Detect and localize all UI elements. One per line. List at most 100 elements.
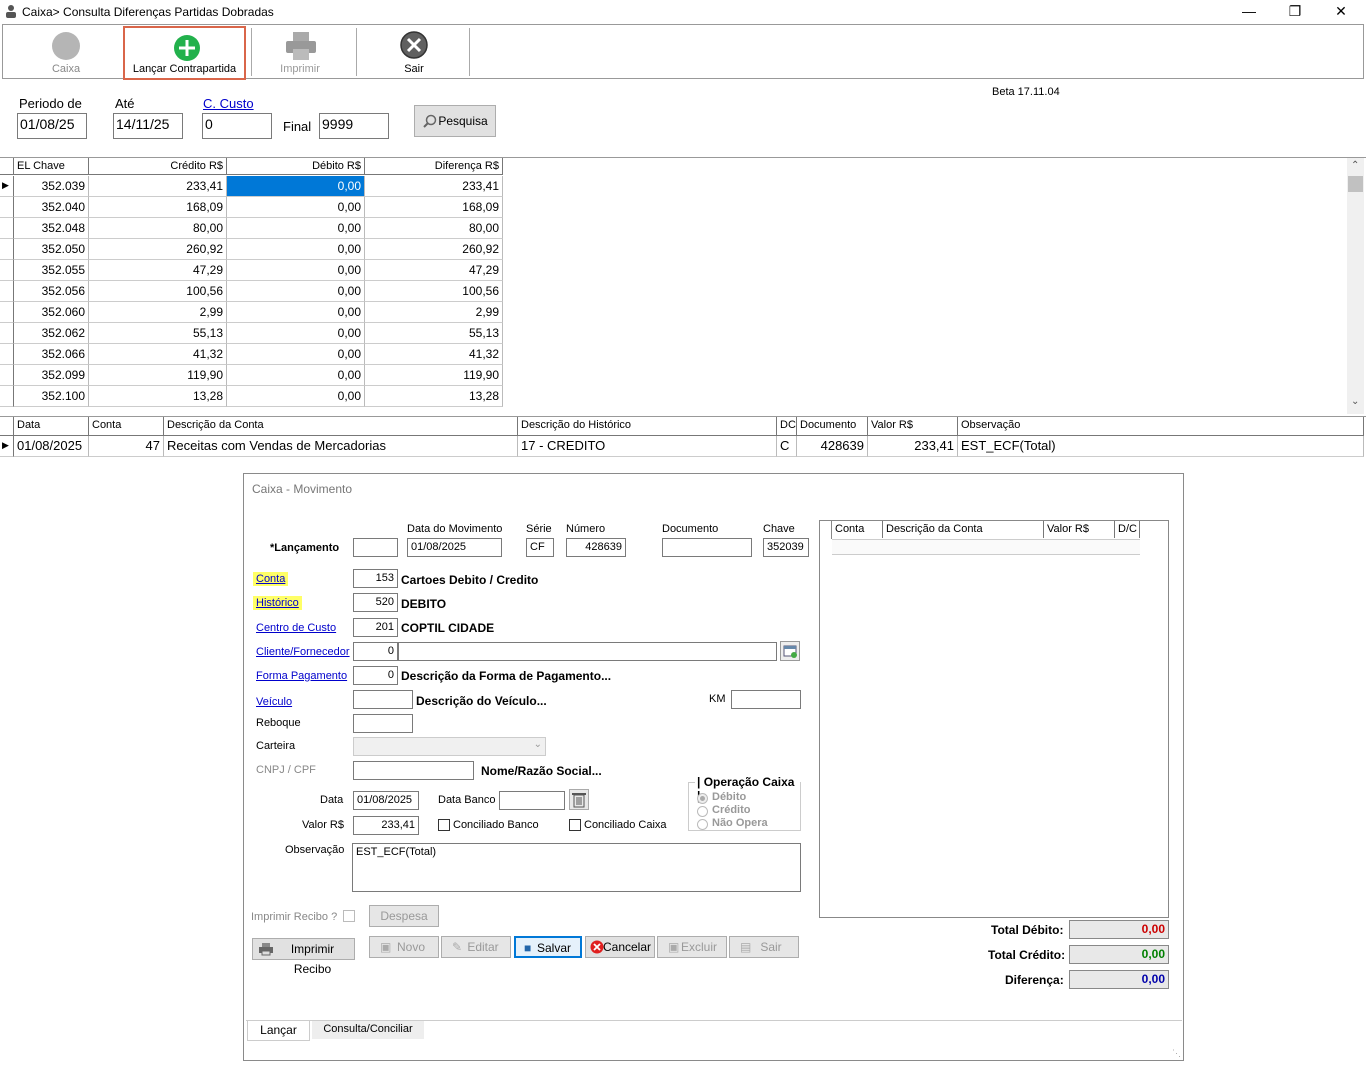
grid2-cell-descricao-conta[interactable]: Receitas com Vendas de Mercadorias [164, 436, 518, 457]
centro-custo-link[interactable]: Centro de Custo [256, 622, 336, 634]
grid1-cell-credito[interactable]: 168,09 [89, 197, 227, 218]
lancar-contrapartida-button[interactable]: Lançar Contrapartida [123, 26, 246, 80]
grid2-header-descricao-historico[interactable]: Descrição do Histórico [518, 417, 777, 436]
numero-input[interactable]: 428639 [566, 538, 626, 557]
row-indicator[interactable]: ▶ [0, 176, 14, 197]
reboque-input[interactable] [353, 714, 413, 733]
documento-input[interactable] [662, 538, 752, 557]
grid1-cell-chave[interactable]: 352.056 [14, 281, 89, 302]
row-indicator[interactable] [0, 386, 14, 407]
grid1-cell-chave[interactable]: 352.048 [14, 218, 89, 239]
pesquisa-button[interactable]: Pesquisa [414, 105, 496, 137]
carteira-select[interactable]: ⌄ [353, 737, 546, 756]
grid1-cell-debito[interactable]: 0,00 [227, 239, 365, 260]
grid1-cell-chave[interactable]: 352.039 [14, 176, 89, 197]
row-indicator[interactable] [0, 218, 14, 239]
periodo-input[interactable]: 01/08/25 [17, 113, 87, 139]
grid1-cell-chave[interactable]: 352.055 [14, 260, 89, 281]
grid1-cell-debito[interactable]: 0,00 [227, 281, 365, 302]
row-indicator[interactable] [0, 197, 14, 218]
grid1-cell-diferenca[interactable]: 41,32 [365, 344, 503, 365]
grid1-cell-diferenca[interactable]: 119,90 [365, 365, 503, 386]
grid1-cell-chave[interactable]: 352.050 [14, 239, 89, 260]
historico-input[interactable]: 520 [353, 593, 398, 612]
conta-link[interactable]: Conta [253, 572, 289, 586]
tab-lancar[interactable]: Lançar [247, 1021, 310, 1041]
editar-button[interactable]: ✎ Editar [441, 936, 511, 958]
conciliado-caixa-checkbox[interactable] [569, 819, 581, 831]
grid1-cell-debito[interactable]: 0,00 [227, 260, 365, 281]
grid1-cell-diferenca[interactable]: 55,13 [365, 323, 503, 344]
cliente-description-input[interactable] [398, 642, 777, 661]
grid3-header-descricao[interactable]: Descrição da Conta [883, 521, 1044, 538]
grid2-cell-documento[interactable]: 428639 [797, 436, 868, 457]
grid2-header-descricao-conta[interactable]: Descrição da Conta [164, 417, 518, 436]
grid2-cell-data[interactable]: 01/08/2025 [14, 436, 89, 457]
cancelar-button[interactable]: Cancelar [585, 936, 655, 958]
imprimir-recibo-checkbox[interactable] [343, 910, 355, 922]
grid1-cell-diferenca[interactable]: 260,92 [365, 239, 503, 260]
centro-custo-input[interactable]: 201 [353, 618, 398, 637]
scrollbar-thumb[interactable] [1348, 176, 1363, 192]
grid1-cell-credito[interactable]: 55,13 [89, 323, 227, 344]
grid1-cell-chave[interactable]: 352.062 [14, 323, 89, 344]
grid2-cell-valor[interactable]: 233,41 [868, 436, 958, 457]
grid3-header-conta[interactable]: Conta [832, 521, 883, 538]
salvar-button[interactable]: ■ Salvar [514, 936, 582, 958]
grid1-cell-chave[interactable]: 352.066 [14, 344, 89, 365]
resize-grip-icon[interactable]: ⋱ [1172, 1048, 1181, 1059]
imprimir-button[interactable]: Imprimir [265, 25, 335, 78]
grid1-cell-credito[interactable]: 260,92 [89, 239, 227, 260]
row-indicator[interactable] [0, 281, 14, 302]
imprimir-recibo-button[interactable]: Imprimir Recibo [252, 938, 355, 976]
conta-input[interactable]: 153 [353, 569, 398, 588]
data-input[interactable]: 01/08/2025 [353, 791, 419, 810]
final-input[interactable]: 9999 [319, 113, 389, 139]
grid1-cell-credito[interactable]: 47,29 [89, 260, 227, 281]
grid1-cell-chave[interactable]: 352.099 [14, 365, 89, 386]
grid2-header-data[interactable]: Data [14, 417, 89, 436]
ate-input[interactable]: 14/11/25 [113, 113, 183, 139]
grid1-cell-diferenca[interactable]: 2,99 [365, 302, 503, 323]
veiculo-input[interactable] [353, 690, 413, 709]
grid1-cell-credito[interactable]: 119,90 [89, 365, 227, 386]
grid1-cell-debito[interactable]: 0,00 [227, 197, 365, 218]
forma-pagamento-input[interactable]: 0 [353, 666, 398, 685]
veiculo-link[interactable]: Veículo [256, 696, 292, 708]
grid1-cell-credito[interactable]: 2,99 [89, 302, 227, 323]
grid2-header-valor[interactable]: Valor R$ [868, 417, 958, 436]
grid1-cell-diferenca[interactable]: 168,09 [365, 197, 503, 218]
ccusto-link[interactable]: C. Custo [203, 96, 254, 111]
radio-debito[interactable] [697, 793, 708, 804]
grid1-cell-debito[interactable]: 0,00 [227, 302, 365, 323]
cliente-input[interactable]: 0 [353, 642, 398, 661]
grid1-cell-diferenca[interactable]: 233,41 [365, 176, 503, 197]
scroll-down-icon[interactable]: ⌄ [1351, 396, 1359, 407]
grid1-cell-credito[interactable]: 13,28 [89, 386, 227, 407]
conciliado-banco-checkbox[interactable] [438, 819, 450, 831]
radio-nao-opera[interactable] [697, 819, 708, 830]
grid1-cell-credito[interactable]: 100,56 [89, 281, 227, 302]
historico-link[interactable]: Histórico [253, 596, 302, 610]
grid1-cell-debito[interactable]: 0,00 [227, 218, 365, 239]
grid1-cell-debito[interactable]: 0,00 [227, 365, 365, 386]
grid1-cell-diferenca[interactable]: 80,00 [365, 218, 503, 239]
grid1-cell-credito[interactable]: 41,32 [89, 344, 227, 365]
grid1-cell-debito[interactable]: 0,00 [227, 386, 365, 407]
row-indicator[interactable] [0, 365, 14, 386]
cliente-fornecedor-link[interactable]: Cliente/Fornecedor [256, 646, 350, 658]
grid1-cell-credito[interactable]: 80,00 [89, 218, 227, 239]
cliente-search-button[interactable] [780, 641, 800, 661]
grid1-cell-diferenca[interactable]: 13,28 [365, 386, 503, 407]
grid2-header-documento[interactable]: Documento [797, 417, 868, 436]
grid2-cell-descricao-historico[interactable]: 17 - CREDITO [518, 436, 777, 457]
scroll-up-icon[interactable]: ⌃ [1351, 160, 1359, 171]
minimize-icon[interactable]: — [1226, 0, 1272, 22]
caixa-button[interactable]: Caixa [31, 25, 101, 78]
row-indicator[interactable] [0, 302, 14, 323]
grid1-cell-chave[interactable]: 352.100 [14, 386, 89, 407]
grid1-cell-credito[interactable]: 233,41 [89, 176, 227, 197]
grid2-cell-dc[interactable]: C [777, 436, 797, 457]
observacao-textarea[interactable]: EST_ECF(Total) [352, 843, 801, 892]
row-indicator[interactable] [0, 239, 14, 260]
